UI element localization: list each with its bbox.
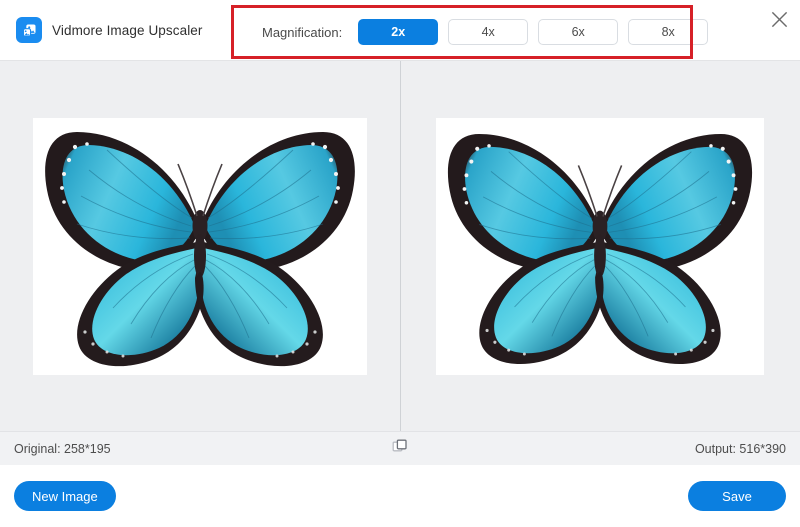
footer-bar: New Image Save — [0, 465, 800, 527]
image-upscaler-window: Vidmore Image Upscaler Magnification: 2x… — [0, 0, 800, 527]
magnification-option-6x[interactable]: 6x — [538, 19, 619, 45]
compare-icon-container — [0, 432, 800, 465]
original-size-label: Original: 258*195 — [14, 441, 111, 456]
magnification-group: Magnification: 2x 4x 6x 8x — [231, 5, 709, 59]
app-title: Vidmore Image Upscaler — [52, 22, 203, 38]
magnification-options: 2x 4x 6x 8x — [358, 19, 709, 45]
output-butterfly-image — [436, 119, 765, 373]
image-photo-icon — [16, 17, 42, 43]
new-image-button[interactable]: New Image — [14, 481, 116, 511]
app-header: Vidmore Image Upscaler Magnification: 2x… — [0, 0, 800, 60]
magnification-label: Magnification: — [262, 24, 343, 40]
original-image-frame — [32, 117, 367, 375]
magnification-option-2x[interactable]: 2x — [358, 19, 439, 45]
output-size-label: Output: 516*390 — [694, 441, 786, 456]
output-image-frame — [436, 117, 765, 375]
magnification-option-4x[interactable]: 4x — [448, 19, 529, 45]
save-button[interactable]: Save — [688, 481, 786, 511]
original-butterfly-image — [32, 117, 367, 375]
magnification-option-8x[interactable]: 8x — [628, 19, 709, 45]
preview-area — [0, 60, 800, 431]
output-preview-pane[interactable] — [401, 61, 800, 431]
compare-squares-icon[interactable] — [392, 438, 408, 459]
close-icon[interactable] — [766, 6, 792, 32]
app-brand: Vidmore Image Upscaler — [16, 17, 203, 43]
status-bar: Original: 258*195 Output: 516*390 — [0, 431, 800, 465]
original-preview-pane[interactable] — [0, 61, 400, 431]
